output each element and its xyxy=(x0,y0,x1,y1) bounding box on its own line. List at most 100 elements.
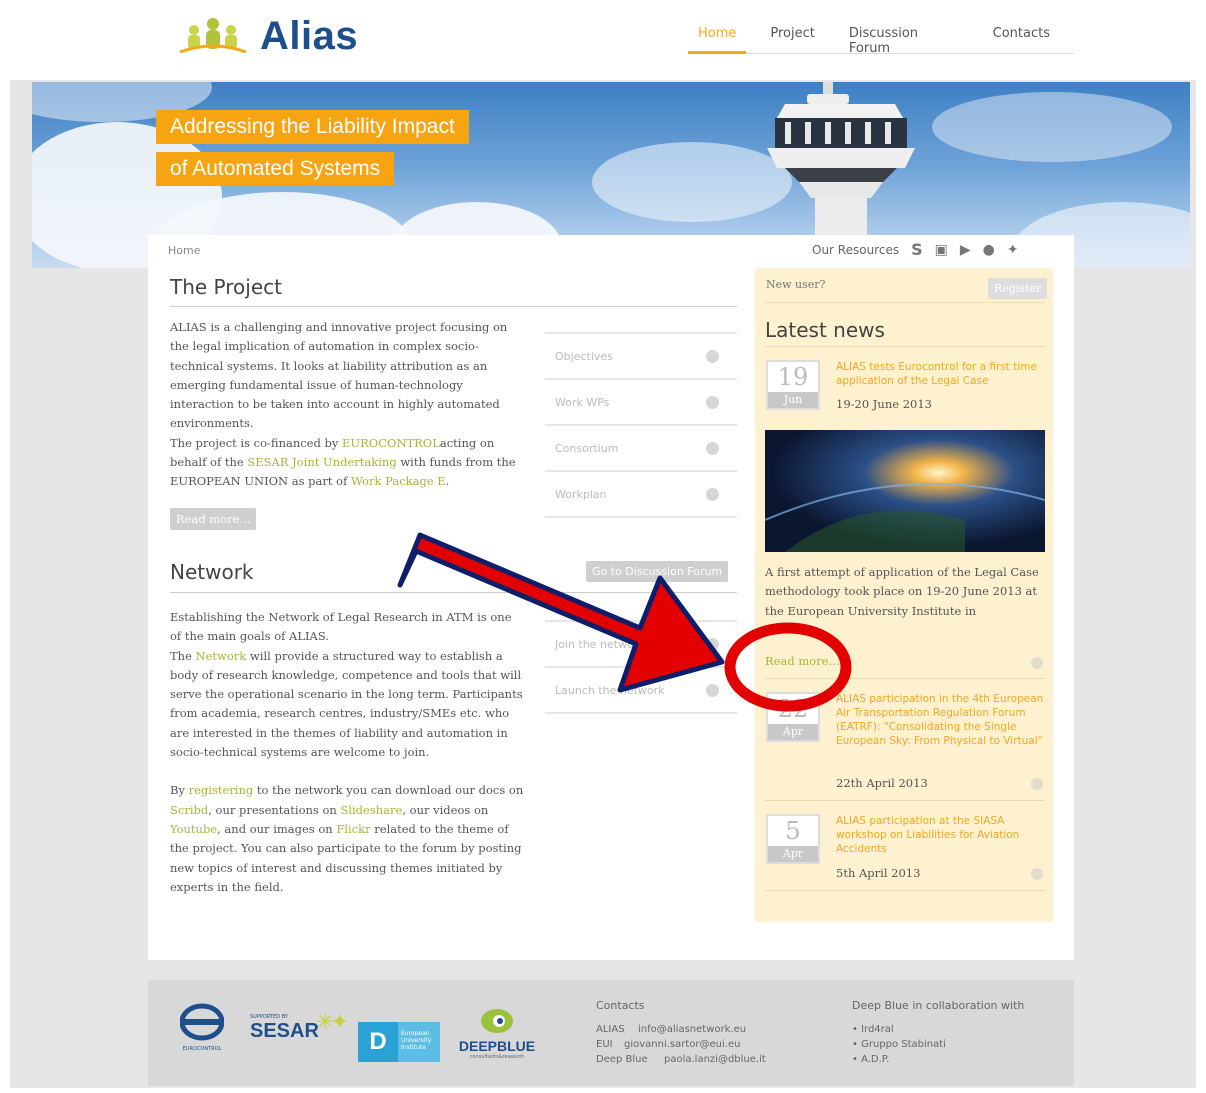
scribd-link[interactable]: Scribd xyxy=(170,803,208,817)
news-month: Apr xyxy=(768,724,818,740)
hero-tagline-line2: of Automated Systems xyxy=(156,152,395,186)
collab-item: • Ird4ral xyxy=(852,1024,894,1035)
menu-label: Launch the network xyxy=(555,683,665,697)
latest-news-title: Latest news xyxy=(765,318,885,342)
project-read-more-button[interactable]: Read more... xyxy=(170,508,257,530)
nav-contacts[interactable]: Contacts xyxy=(983,18,1060,54)
news-date-text: 19-20 June 2013 xyxy=(836,397,932,411)
menu-label: Objectives xyxy=(555,349,613,363)
menu-label: Consortium xyxy=(555,441,619,455)
menu-workplan[interactable]: Workplan xyxy=(545,472,737,518)
menu-label: Work WPs xyxy=(555,395,610,409)
main-nav: Home Project Discussion Forum Contacts xyxy=(688,18,1074,56)
network-paragraph-3: By registering to the network you can do… xyxy=(170,781,526,897)
deepblue-logo[interactable]: DEEPBLUE consultants&research xyxy=(458,1008,536,1060)
featured-read-more-link[interactable]: Read more... xyxy=(765,654,839,668)
news-month: Apr xyxy=(768,846,818,862)
logo-text: Alias xyxy=(260,13,359,58)
chevron-dot-icon xyxy=(1031,657,1043,669)
featured-news-text: A first attempt of application of the Le… xyxy=(765,565,1039,618)
text-segment: , and our images on xyxy=(217,821,337,836)
eurocontrol-link[interactable]: EUROCONTROL xyxy=(342,436,440,450)
sesar-logo-text: SESAR xyxy=(250,1020,319,1042)
news-day: 5 xyxy=(785,817,801,845)
new-user-label: New user? xyxy=(766,278,826,291)
menu-launch-network[interactable]: Launch the network xyxy=(545,668,737,714)
network-submenu: Join the network Launch the network xyxy=(545,620,737,714)
slideshare-icon[interactable]: ▣ xyxy=(935,242,948,258)
network-paragraph-2: The Network will provide a structured wa… xyxy=(170,647,526,763)
project-paragraph-2: The project is co-financed by EUROCONTRO… xyxy=(170,434,526,492)
work-package-link[interactable]: Work Package E xyxy=(351,474,446,488)
text-segment: , our videos on xyxy=(402,802,489,817)
register-button[interactable]: Register xyxy=(988,278,1048,299)
menu-work-wps[interactable]: Work WPs xyxy=(545,380,737,426)
slideshare-link[interactable]: Slideshare xyxy=(340,803,402,817)
footer-collab-title: Deep Blue in collaboration with xyxy=(852,999,1025,1012)
sesar-logo[interactable]: SUPPORTED BY SESAR xyxy=(250,1014,319,1043)
text-segment: By xyxy=(170,783,189,798)
menu-label: Workplan xyxy=(555,487,607,501)
deepblue-logo-text: DEEPBLUE xyxy=(458,1038,536,1054)
news-date-text: 22th April 2013 xyxy=(836,776,928,790)
news-title-link[interactable]: ALIAS participation at the SIASA worksho… xyxy=(836,814,1044,856)
eui-logo-text: European University Institute xyxy=(398,1022,440,1062)
people-logo-icon xyxy=(179,18,247,54)
network-title: Network xyxy=(170,560,254,584)
menu-objectives[interactable]: Objectives xyxy=(545,334,737,380)
network-link[interactable]: Network xyxy=(196,649,247,663)
earth-night-image xyxy=(765,430,1045,552)
text-segment: to the network you can download our docs… xyxy=(253,783,524,798)
scribd-icon[interactable]: S xyxy=(911,240,923,259)
sesar-ju-link[interactable]: SESAR Joint Undertaking xyxy=(247,455,396,469)
text-segment: . xyxy=(445,474,450,489)
registering-link[interactable]: registering xyxy=(189,783,254,797)
breadcrumb[interactable]: Home xyxy=(168,244,200,257)
discussion-forum-button[interactable]: Go to Discussion Forum xyxy=(586,561,729,582)
eurocontrol-logo-icon xyxy=(179,1003,225,1041)
project-paragraph-1: ALIAS is a challenging and innovative pr… xyxy=(170,320,508,431)
contact-email-deepblue[interactable]: paola.lanzi@dblue.it xyxy=(664,1052,766,1067)
nav-discussion-forum[interactable]: Discussion Forum xyxy=(839,18,969,56)
deepblue-sub-text: consultants&research xyxy=(469,1054,525,1060)
youtube-link[interactable]: Youtube xyxy=(170,822,217,836)
menu-label: Join the network xyxy=(555,637,645,651)
collab-item: • A.D.P. xyxy=(852,1054,890,1065)
menu-consortium[interactable]: Consortium xyxy=(545,426,737,472)
collab-item: • Gruppo Stabinati xyxy=(852,1039,946,1050)
eui-logo[interactable]: D European University Institute xyxy=(358,1022,440,1062)
contact-email-eui[interactable]: giovanni.sartor@eui.eu xyxy=(624,1037,740,1052)
collab-label: Gruppo Stabinati xyxy=(861,1039,946,1050)
logo[interactable]: Alias xyxy=(178,12,358,60)
chevron-dot-icon xyxy=(706,441,719,455)
news-title-link[interactable]: ALIAS participation in the 4th European … xyxy=(836,692,1044,748)
news-date-badge: 22 Apr xyxy=(766,692,820,742)
news-month: Jun xyxy=(768,392,818,408)
chevron-dot-icon xyxy=(706,637,719,651)
chevron-dot-icon xyxy=(1031,868,1043,880)
nav-home[interactable]: Home xyxy=(688,18,747,54)
text-segment: The xyxy=(170,648,196,663)
news-date-badge: 19 Jun xyxy=(766,360,820,410)
flickr-icon[interactable]: ● xyxy=(983,242,995,258)
news-day: 22 xyxy=(777,695,809,723)
chevron-dot-icon xyxy=(706,349,719,363)
youtube-icon[interactable]: ▶ xyxy=(960,242,971,258)
text-segment: The project is co-financed by xyxy=(170,435,343,450)
eurocontrol-logo[interactable]: EUROCONTROL xyxy=(176,1002,228,1052)
text-segment: will provide a structured way to establi… xyxy=(170,648,523,760)
sesar-stars-icon: ✳✦ xyxy=(316,1010,349,1035)
contact-email-alias[interactable]: info@aliasnetwork.eu xyxy=(638,1022,746,1037)
flickr-link[interactable]: Flickr xyxy=(336,822,370,836)
nav-project[interactable]: Project xyxy=(760,18,824,54)
project-title: The Project xyxy=(170,275,282,299)
twitter-icon[interactable]: ✦ xyxy=(1007,242,1019,258)
resources-label: Our Resources xyxy=(812,242,900,257)
project-submenu: Objectives Work WPs Consortium Workplan xyxy=(545,332,737,518)
hero-tagline-line1: Addressing the Liability Impact xyxy=(156,110,469,144)
our-resources: Our Resources S ▣ ▶ ● ✦ xyxy=(812,240,1019,259)
contact-label: Deep Blue xyxy=(596,1054,648,1065)
menu-join-network[interactable]: Join the network xyxy=(545,622,737,668)
news-title-link[interactable]: ALIAS tests Eurocontrol for a first time… xyxy=(836,360,1044,388)
chevron-dot-icon xyxy=(1031,778,1043,790)
